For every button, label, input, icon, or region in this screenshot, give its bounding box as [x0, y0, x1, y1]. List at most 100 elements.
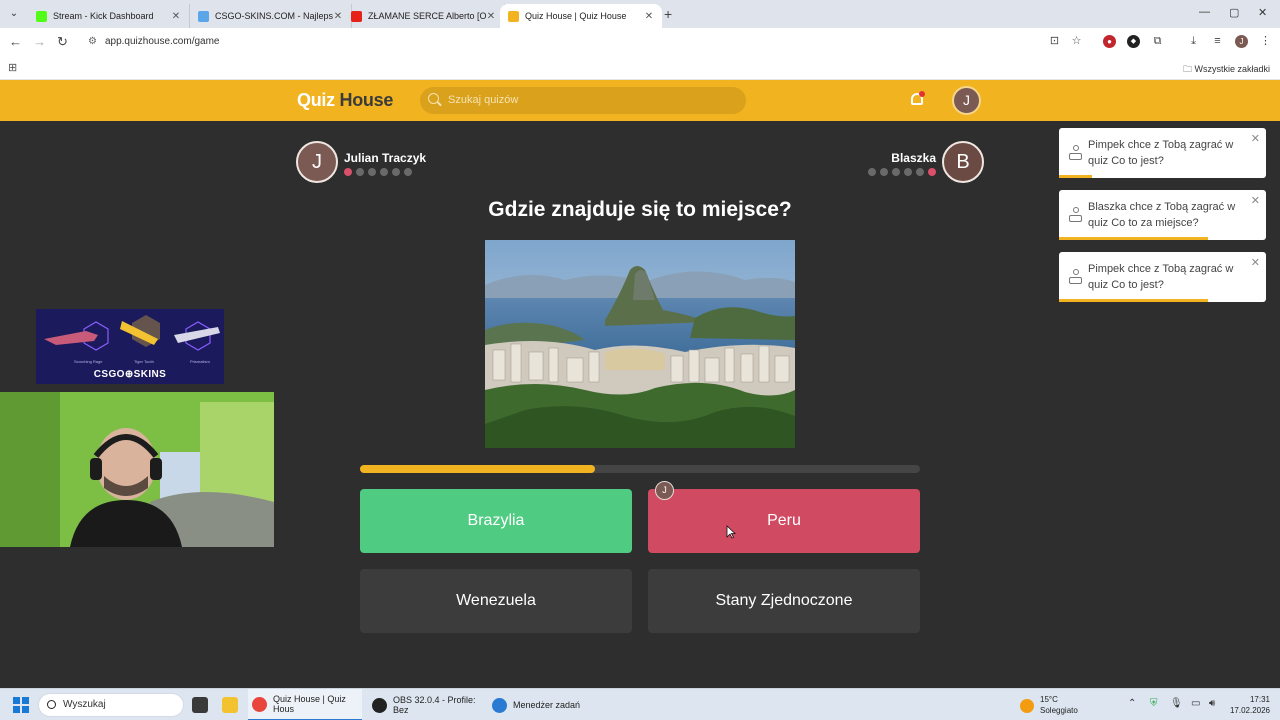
- answer-button-2[interactable]: Peru: [648, 489, 920, 553]
- notification-timer-bar: [1059, 237, 1209, 240]
- close-icon[interactable]: ✕: [1251, 132, 1260, 145]
- volume-icon[interactable]: 🔊︎: [1209, 698, 1215, 709]
- opera-extension-icon[interactable]: ●: [1103, 35, 1116, 48]
- url-field[interactable]: ⚙ app.quizhouse.com/game: [88, 36, 220, 47]
- weather-temp: 15°C: [1040, 695, 1058, 704]
- ad-caption-3: Prismatism: [190, 359, 210, 364]
- windows-start-icon[interactable]: [13, 697, 29, 713]
- reading-list-icon[interactable]: ≡: [1211, 35, 1224, 48]
- address-toolbar: ← → ↻ ⚙ app.quizhouse.com/game ⊡ ☆ ● ◆ ⧉ …: [0, 28, 1280, 56]
- forward-arrow-icon[interactable]: →: [33, 34, 46, 49]
- extension-icon[interactable]: ◆: [1127, 35, 1140, 48]
- install-app-icon[interactable]: ⊡: [1048, 35, 1061, 48]
- extensions-puzzle-icon[interactable]: ⧉: [1151, 35, 1164, 48]
- quizhouse-logo[interactable]: Quiz House: [297, 90, 393, 111]
- all-bookmarks-label: Wszystkie zakładki: [1194, 64, 1270, 74]
- task-view-icon[interactable]: [192, 697, 208, 713]
- browser-menu-icon[interactable]: ⋮: [1259, 35, 1272, 48]
- game-invite-notification[interactable]: Pimpek chce z Tobą zagrać w quiz Co to j…: [1059, 128, 1266, 178]
- reload-icon[interactable]: ↻: [57, 34, 68, 50]
- taskbar-app[interactable]: Quiz House | Quiz Hous: [248, 689, 362, 720]
- app-icon: [372, 697, 387, 713]
- user-avatar[interactable]: J: [952, 86, 981, 115]
- notification-dot: [919, 91, 925, 97]
- tab-search-chevron-icon[interactable]: ⌄: [6, 6, 22, 22]
- taskbar-search-label: Wyszukaj: [63, 699, 106, 710]
- all-bookmarks-button[interactable]: 🗀 Wszystkie zakładki: [1183, 62, 1270, 78]
- close-icon[interactable]: ✕: [1251, 256, 1260, 269]
- game-invite-notification[interactable]: Blaszka chce z Tobą zagrać w quiz Co to …: [1059, 190, 1266, 240]
- score-dot: [404, 168, 412, 176]
- user-icon: [1069, 145, 1082, 160]
- webcam-overlay: [0, 392, 274, 547]
- player-right-name: Blaszka: [891, 151, 936, 165]
- tab-close-icon[interactable]: ✕: [333, 11, 343, 22]
- tab-close-icon[interactable]: ✕: [644, 11, 654, 22]
- player-left-name: Julian Traczyk: [344, 151, 427, 165]
- apps-grid-icon[interactable]: ⊞: [8, 61, 17, 74]
- url-text: app.quizhouse.com/game: [104, 36, 220, 47]
- taskbar-app-label: Menedżer zadań: [513, 700, 581, 710]
- browser-tab[interactable]: Quiz House | Quiz House ✕: [500, 4, 662, 28]
- tab-favicon-icon: [198, 10, 209, 22]
- score-dot: [344, 168, 352, 176]
- notifications-bell-icon[interactable]: [910, 91, 925, 109]
- notification-text: Pimpek chce z Tobą zagrać w quiz Co to j…: [1088, 139, 1234, 167]
- taskbar-app[interactable]: Menedżer zadań: [488, 689, 584, 720]
- answer-button-1[interactable]: Brazylia: [360, 489, 632, 553]
- game-invite-notification[interactable]: Pimpek chce z Tobą zagrać w quiz Co to j…: [1059, 252, 1266, 302]
- logo-house-text: House: [339, 90, 394, 110]
- bookmark-star-icon[interactable]: ☆: [1070, 35, 1083, 48]
- tab-favicon-icon: [508, 10, 519, 22]
- browser-tab[interactable]: Stream - Kick Dashboard ✕: [28, 4, 190, 28]
- file-explorer-icon[interactable]: [222, 697, 238, 713]
- bookmarks-bar: ⊞ 🗀 Wszystkie zakładki: [0, 56, 1280, 80]
- browser-tab[interactable]: ZŁAMANE SERCE Alberto [O ✕: [343, 4, 505, 28]
- logo-quiz-text: Quiz: [297, 90, 335, 110]
- weather-desc: Soleggiato: [1040, 706, 1078, 715]
- browser-tab[interactable]: CSGO-SKINS.COM - Najlepsze ✕: [190, 4, 352, 28]
- ad-brand-text: CSGO⊕SKINS: [93, 369, 167, 380]
- score-dot: [892, 168, 900, 176]
- score-dot: [356, 168, 364, 176]
- close-window-icon[interactable]: ✕: [1258, 6, 1267, 19]
- site-info-icon[interactable]: ⚙: [88, 36, 97, 47]
- browser-tab-strip: ⌄ Stream - Kick Dashboard ✕ CSGO-SKINS.COM…: [0, 0, 1280, 28]
- score-dot: [904, 168, 912, 176]
- close-icon[interactable]: ✕: [1251, 194, 1260, 207]
- back-arrow-icon[interactable]: ←: [9, 34, 22, 49]
- ad-caption-2: Tiger Tooth: [134, 359, 154, 364]
- score-dot: [392, 168, 400, 176]
- new-tab-button[interactable]: +: [664, 6, 672, 22]
- score-dot: [868, 168, 876, 176]
- question-photo: [485, 240, 795, 448]
- taskbar-app[interactable]: OBS 32.0.4 - Profile: Bez: [368, 689, 482, 720]
- tab-close-icon[interactable]: ✕: [486, 11, 496, 22]
- tray-chevron-icon[interactable]: ⌃: [1128, 698, 1136, 709]
- quiz-search-input[interactable]: Szukaj quizów: [420, 87, 746, 114]
- score-dot: [368, 168, 376, 176]
- restore-icon[interactable]: ▢: [1229, 6, 1239, 19]
- clock[interactable]: 17:31 17.02.2026: [1230, 694, 1270, 716]
- search-placeholder: Szukaj quizów: [448, 94, 519, 106]
- downloads-icon[interactable]: ⤓: [1187, 35, 1200, 48]
- tab-title: CSGO-SKINS.COM - Najlepsze: [215, 11, 333, 21]
- minimize-icon[interactable]: —: [1199, 6, 1210, 18]
- tab-close-icon[interactable]: ✕: [171, 11, 181, 22]
- security-icon[interactable]: ⛨: [1150, 698, 1158, 709]
- microphone-icon[interactable]: 🎙︎: [1170, 698, 1183, 709]
- tab-title: Quiz House | Quiz House: [525, 11, 627, 21]
- player-right-score-dots: [868, 168, 936, 176]
- tab-title: Stream - Kick Dashboard: [53, 11, 154, 21]
- network-icon[interactable]: ▭: [1191, 698, 1200, 709]
- sun-icon: [1020, 699, 1034, 713]
- mouse-cursor-icon: [726, 525, 736, 539]
- taskbar-search-input[interactable]: Wyszukaj: [38, 693, 184, 717]
- score-dot: [880, 168, 888, 176]
- answer-button-3[interactable]: Wenezuela: [360, 569, 632, 633]
- answer-button-4[interactable]: Stany Zjednoczone: [648, 569, 920, 633]
- player-left-score-dots: [344, 168, 412, 176]
- taskbar-app-label: Quiz House | Quiz Hous: [273, 694, 346, 714]
- profile-avatar-icon[interactable]: J: [1235, 35, 1248, 48]
- timer-progress-fill: [360, 465, 596, 473]
